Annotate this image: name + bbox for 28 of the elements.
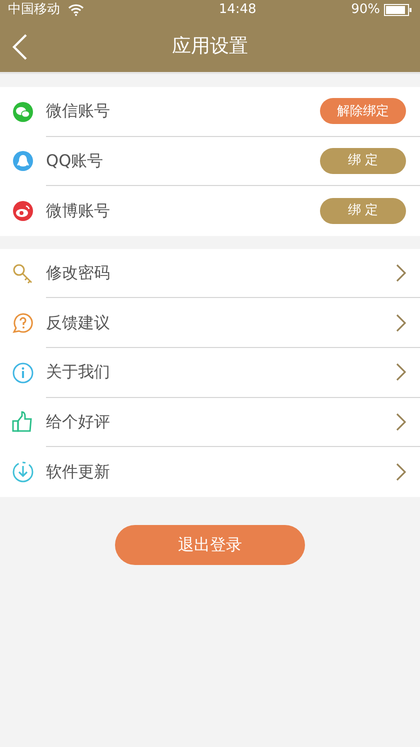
chevron-right-icon (396, 264, 406, 282)
account-label: 微信账号 (46, 100, 110, 122)
menu-item-label[interactable]: 给个好评 (46, 410, 110, 434)
info-icon (12, 362, 34, 384)
battery-percent: 90% (351, 1, 380, 20)
question-bubble-icon (12, 312, 34, 334)
chevron-right-icon (396, 412, 406, 431)
weibo-icon (12, 200, 34, 222)
menu-item-label[interactable]: 反馈建议 (46, 310, 110, 335)
wechat-icon (12, 100, 34, 123)
download-icon (12, 460, 34, 483)
chevron-right-icon (396, 462, 406, 481)
menu-item-label[interactable]: 软件更新 (46, 460, 110, 484)
account-label: QQ账号 (46, 150, 104, 172)
page-title: 应用设置 (172, 34, 248, 59)
menu-item-label[interactable]: 修改密码 (46, 261, 110, 286)
carrier-name: 中国移动 (8, 1, 60, 20)
chevron-right-icon (396, 363, 406, 382)
account-label: 微博账号 (46, 200, 110, 222)
thumbs-up-icon (12, 411, 34, 434)
battery-icon (384, 4, 412, 16)
key-icon (12, 262, 34, 285)
clock-time: 14:48 (218, 1, 256, 20)
back-icon[interactable] (12, 34, 28, 60)
wifi-icon (68, 4, 84, 16)
chevron-right-icon (396, 314, 406, 332)
menu-item-label[interactable]: 关于我们 (46, 360, 110, 384)
penguin-icon (12, 150, 34, 172)
